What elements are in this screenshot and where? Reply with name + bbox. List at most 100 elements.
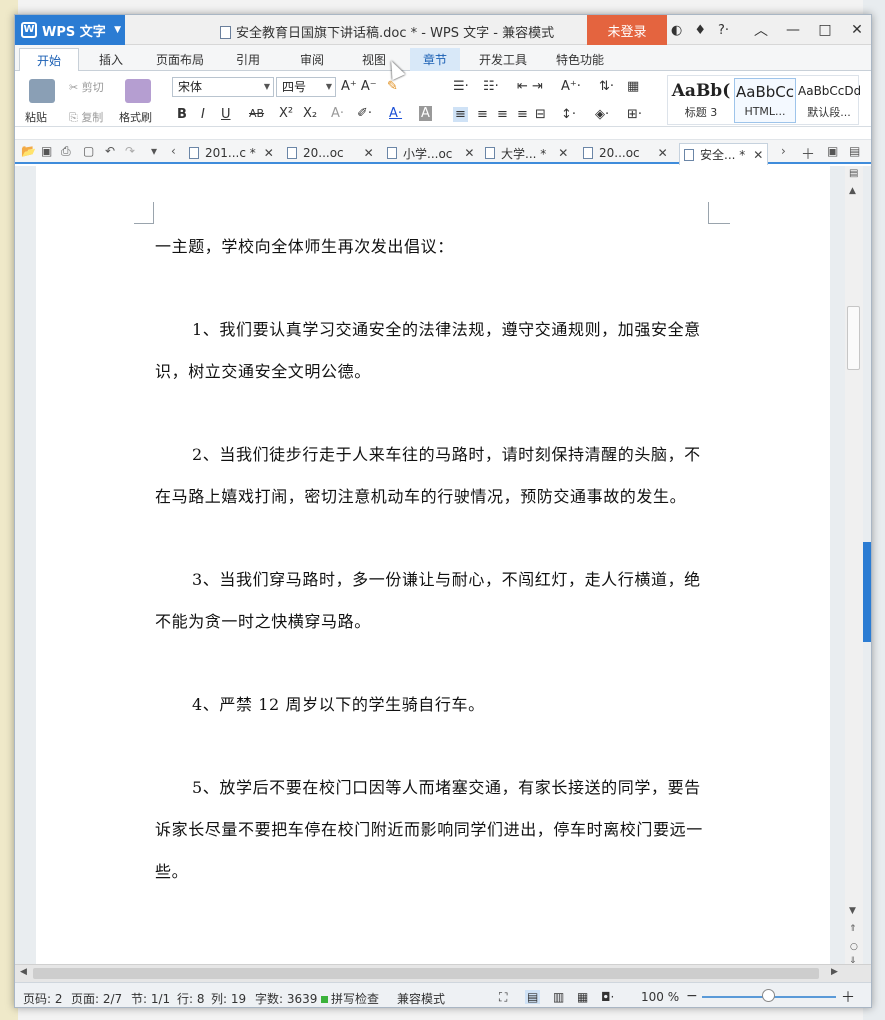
doc-tab[interactable]: 201...c * ✕ (189, 143, 274, 163)
underline-button[interactable]: U (221, 107, 231, 122)
doc-tab-active[interactable]: 安全... * ✕ (679, 143, 769, 165)
font-name-select[interactable]: 宋体 ▼ (172, 77, 274, 97)
close-icon[interactable]: ✕ (658, 146, 668, 160)
close-icon[interactable]: ✕ (264, 146, 274, 160)
indent-icons[interactable]: ⇤ ⇥ (517, 79, 543, 94)
tab-special[interactable]: 特色功能 (547, 48, 613, 71)
justify-icon[interactable]: ≡ (517, 107, 528, 122)
status-pages[interactable]: 页面: 2/7 (71, 990, 122, 1007)
document-body[interactable]: 一主题，学校向全体师生再次发出倡议： 1、我们要认真学习交通安全的法律法规，遵守交… (155, 226, 711, 893)
tab-review[interactable]: 审阅 (287, 48, 337, 71)
horizontal-scrollbar[interactable]: ◀ ▶ (15, 964, 871, 982)
page-view-icon[interactable]: ▤ (525, 990, 541, 1004)
italic-button[interactable]: I (201, 107, 205, 122)
tab-references[interactable]: 引用 (223, 48, 273, 71)
font-size-select[interactable]: 四号 ▼ (276, 77, 336, 97)
feedback-icon[interactable]: ◐ (671, 23, 682, 38)
skin-icon[interactable]: ♦ (694, 23, 706, 38)
print-preview-icon[interactable]: ▢ (83, 144, 94, 158)
superscript-button[interactable]: X² (279, 106, 293, 121)
status-word-count[interactable]: 字数: 3639 (255, 990, 317, 1007)
format-painter-label[interactable]: 格式刷 (119, 109, 152, 125)
format-painter-icon[interactable] (125, 79, 151, 103)
borders-icon[interactable]: ⊞· (627, 107, 642, 122)
minimize-ribbon-icon[interactable]: ︿ (745, 15, 777, 45)
web-view-icon[interactable]: ▦ (577, 990, 588, 1004)
maximize-icon[interactable]: □ (809, 15, 841, 45)
close-icon[interactable]: ✕ (558, 146, 568, 160)
side-panel-toggle[interactable] (863, 542, 871, 642)
zoom-level[interactable]: 100 % (641, 990, 679, 1004)
tab-scroll-right-icon[interactable]: › (781, 144, 786, 158)
close-icon[interactable]: ✕ (753, 148, 763, 162)
line-spacing-icon[interactable]: ↕· (561, 107, 576, 122)
change-case-icon[interactable]: A⁺· (561, 79, 581, 94)
print-icon[interactable]: ⎙ (61, 144, 71, 159)
tab-home[interactable]: 开始 (19, 48, 79, 72)
open-icon[interactable]: 📂 (21, 144, 36, 158)
sort-icon[interactable]: ⇅· (599, 79, 614, 94)
outline-view-icon[interactable]: ▥ (553, 990, 564, 1004)
doc-tab[interactable]: 小学...oc ✕ (387, 143, 474, 163)
zoom-out-icon[interactable]: − (686, 988, 698, 1004)
font-color-icon[interactable]: A· (389, 106, 402, 121)
eye-protection-icon[interactable]: ◘· (601, 990, 614, 1004)
tab-developer[interactable]: 开发工具 (472, 48, 534, 71)
close-icon[interactable]: ✕ (841, 15, 871, 45)
style-heading3[interactable]: AaBb( 标题 3 (670, 78, 732, 123)
distribute-icon[interactable]: ⊟ (535, 107, 546, 122)
align-left-icon[interactable]: ≡ (453, 107, 468, 122)
tab-insert[interactable]: 插入 (85, 48, 137, 71)
style-html[interactable]: AaBbCc HTML... (734, 78, 796, 123)
new-tab-icon[interactable]: ＋ (801, 144, 815, 164)
vertical-scrollbar[interactable]: ▤ ▲ ▼ ⇑ ○ ⇓ (845, 166, 863, 966)
ruler-toggle-icon[interactable]: ▤ (849, 168, 858, 179)
align-center-icon[interactable]: ≡ (477, 107, 488, 122)
align-right-icon[interactable]: ≡ (497, 107, 508, 122)
app-menu-button[interactable]: W WPS 文字 ▼ (15, 15, 125, 45)
minimize-icon[interactable]: — (777, 15, 809, 45)
tab-list-icon[interactable]: ▣ (827, 144, 838, 158)
paragraph-shading-icon[interactable]: ◈· (595, 107, 609, 122)
browse-object-icon[interactable]: ○ (850, 942, 858, 952)
tab-chapter[interactable]: 章节 (410, 48, 460, 71)
highlight-icon[interactable]: ✐· (357, 106, 372, 121)
clear-format-icon[interactable]: ✎ (387, 79, 398, 94)
tab-options-icon[interactable]: ▤ (849, 144, 860, 158)
undo-icon[interactable]: ↶ (105, 144, 115, 158)
save-icon[interactable]: ▣ (41, 144, 52, 158)
customize-icon[interactable]: ▾ (151, 144, 157, 158)
copy-button[interactable]: ⎘ 复制 (69, 109, 103, 125)
scroll-left-icon[interactable]: ◀ (20, 967, 27, 977)
table-icon[interactable]: ▦ (627, 79, 639, 94)
zoom-in-icon[interactable]: ＋ (841, 987, 855, 1007)
scroll-up-icon[interactable]: ▲ (849, 186, 856, 196)
bold-button[interactable]: B (177, 107, 187, 122)
paste-icon[interactable] (29, 79, 55, 103)
scroll-right-icon[interactable]: ▶ (831, 967, 838, 977)
prev-page-icon[interactable]: ⇑ (849, 924, 857, 934)
cut-button[interactable]: ✂ 剪切 (69, 79, 104, 95)
help-icon[interactable]: ?· (718, 23, 729, 38)
grow-font-button[interactable]: A⁺ A⁻ (341, 79, 377, 94)
redo-icon[interactable]: ↷ (125, 144, 135, 158)
char-shading-icon[interactable]: A (419, 106, 432, 121)
style-default-paragraph[interactable]: AaBbCcDd 默认段... (798, 78, 860, 123)
doc-tab[interactable]: 大学... * ✕ (485, 143, 568, 163)
close-icon[interactable]: ✕ (364, 146, 374, 160)
doc-tab[interactable]: 20...oc ✕ (287, 143, 374, 163)
login-button[interactable]: 未登录 (587, 15, 667, 45)
spell-check-button[interactable]: 拼写检查 (321, 990, 379, 1007)
close-icon[interactable]: ✕ (464, 146, 474, 160)
numbering-icon[interactable]: ☷· (483, 79, 499, 94)
tab-scroll-left-icon[interactable]: ‹ (171, 144, 176, 158)
vertical-scroll-thumb[interactable] (847, 306, 860, 370)
doc-tab[interactable]: 20...oc ✕ (583, 143, 668, 163)
zoom-slider-knob[interactable] (762, 989, 775, 1002)
tab-page-layout[interactable]: 页面布局 (147, 48, 213, 71)
strikethrough-button[interactable]: AB (249, 107, 264, 120)
bullets-icon[interactable]: ☰· (453, 79, 469, 94)
fullscreen-view-icon[interactable]: ⛶ (499, 990, 507, 1005)
scroll-down-icon[interactable]: ▼ (849, 906, 856, 916)
text-effect-icon[interactable]: A· (331, 106, 344, 121)
